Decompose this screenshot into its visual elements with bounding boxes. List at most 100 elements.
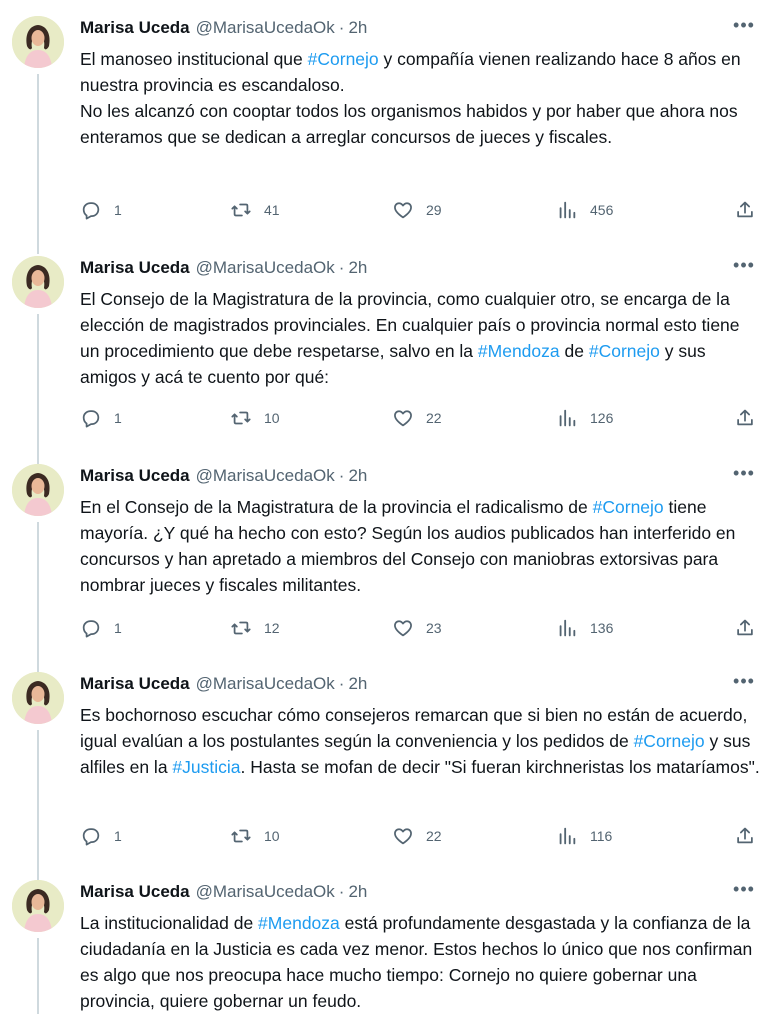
author-handle[interactable]: @MarisaUcedaOk (196, 882, 335, 902)
author-name[interactable]: Marisa Uceda (80, 882, 190, 902)
timestamp[interactable]: 2h (348, 18, 367, 38)
timestamp[interactable]: 2h (348, 258, 367, 278)
more-options-icon[interactable]: ••• (730, 16, 758, 40)
thread-line (37, 522, 39, 672)
hashtag-link[interactable]: #Cornejo (589, 341, 660, 361)
like-button[interactable]: 22 (392, 406, 442, 430)
more-options-icon[interactable]: ••• (730, 256, 758, 280)
reply-button[interactable]: 1 (80, 824, 122, 848)
like-button[interactable]: 29 (392, 198, 442, 222)
hashtag-link[interactable]: #Mendoza (478, 341, 560, 361)
tweet-text: En el Consejo de la Magistratura de la p… (80, 494, 760, 598)
author-name[interactable]: Marisa Uceda (80, 18, 190, 38)
avatar[interactable] (12, 256, 64, 308)
heart-icon (392, 825, 414, 847)
bar-chart-icon (556, 617, 578, 639)
views-button[interactable]: 116 (556, 824, 612, 848)
share-icon (734, 825, 756, 847)
retweet-icon (230, 825, 252, 847)
reply-button[interactable]: 1 (80, 616, 122, 640)
more-options-icon[interactable]: ••• (730, 464, 758, 488)
action-bar: 1 12 23 136 (80, 616, 760, 640)
timestamp[interactable]: 2h (348, 882, 367, 902)
tweet[interactable]: Marisa Uceda @MarisaUcedaOk · 2h ••• En … (0, 464, 768, 672)
like-button[interactable]: 22 (392, 824, 442, 848)
timestamp[interactable]: 2h (348, 674, 367, 694)
action-bar: 1 41 29 456 (80, 198, 760, 222)
views-count: 136 (590, 620, 614, 636)
tweet-text-run: El manoseo institucional que (80, 49, 308, 69)
avatar[interactable] (12, 16, 64, 68)
timestamp[interactable]: 2h (348, 466, 367, 486)
avatar[interactable] (12, 672, 64, 724)
views-count: 116 (590, 828, 613, 844)
more-options-icon[interactable]: ••• (730, 880, 758, 904)
tweet[interactable]: Marisa Uceda @MarisaUcedaOk · 2h ••• La … (0, 880, 768, 1014)
thread-line (37, 314, 39, 464)
retweet-button[interactable]: 10 (230, 406, 280, 430)
tweet-header: Marisa Uceda @MarisaUcedaOk · 2h (80, 880, 367, 904)
retweet-icon (230, 199, 252, 221)
retweet-button[interactable]: 12 (230, 616, 280, 640)
author-handle[interactable]: @MarisaUcedaOk (196, 466, 335, 486)
views-button[interactable]: 126 (556, 406, 613, 430)
tweet-header: Marisa Uceda @MarisaUcedaOk · 2h (80, 16, 367, 40)
like-button[interactable]: 23 (392, 616, 442, 640)
tweet[interactable]: Marisa Uceda @MarisaUcedaOk · 2h ••• El … (0, 16, 768, 254)
views-button[interactable]: 456 (556, 198, 613, 222)
tweet-text-run: de (559, 341, 589, 361)
bar-chart-icon (556, 199, 578, 221)
more-options-icon[interactable]: ••• (730, 672, 758, 696)
share-button[interactable] (734, 824, 756, 848)
tweet-text-run: No les alcanzó con cooptar todos los org… (80, 101, 738, 147)
hashtag-link[interactable]: #Cornejo (634, 731, 705, 751)
share-button[interactable] (734, 616, 756, 640)
hashtag-link[interactable]: #Cornejo (593, 497, 664, 517)
tweet-text-run: En el Consejo de la Magistratura de la p… (80, 497, 593, 517)
share-button[interactable] (734, 406, 756, 430)
share-icon (734, 617, 756, 639)
retweet-count: 41 (264, 202, 280, 218)
avatar[interactable] (12, 464, 64, 516)
author-name[interactable]: Marisa Uceda (80, 674, 190, 694)
reply-count: 1 (114, 620, 122, 636)
tweet-paragraph: El Consejo de la Magistratura de la prov… (80, 286, 760, 390)
author-name[interactable]: Marisa Uceda (80, 466, 190, 486)
author-name[interactable]: Marisa Uceda (80, 258, 190, 278)
tweet-text: El manoseo institucional que #Cornejo y … (80, 46, 760, 150)
views-count: 126 (590, 410, 614, 426)
retweet-button[interactable]: 10 (230, 824, 280, 848)
reply-button[interactable]: 1 (80, 198, 122, 222)
author-handle[interactable]: @MarisaUcedaOk (196, 258, 335, 278)
tweet[interactable]: Marisa Uceda @MarisaUcedaOk · 2h ••• Es … (0, 672, 768, 880)
retweet-button[interactable]: 41 (230, 198, 280, 222)
views-count: 456 (590, 202, 614, 218)
hashtag-link[interactable]: #Mendoza (258, 913, 340, 933)
share-icon (734, 199, 756, 221)
author-handle[interactable]: @MarisaUcedaOk (196, 674, 335, 694)
reply-count: 1 (114, 202, 122, 218)
reply-button[interactable]: 1 (80, 406, 122, 430)
separator: · (338, 882, 345, 901)
tweet-paragraph: No les alcanzó con cooptar todos los org… (80, 98, 760, 150)
author-handle[interactable]: @MarisaUcedaOk (196, 18, 335, 38)
tweet-paragraph: La institucionalidad de #Mendoza está pr… (80, 910, 760, 1014)
thread-line (37, 938, 39, 1014)
share-button[interactable] (734, 198, 756, 222)
bar-chart-icon (556, 407, 578, 429)
tweet[interactable]: Marisa Uceda @MarisaUcedaOk · 2h ••• El … (0, 256, 768, 464)
thread-line (37, 74, 39, 254)
tweet-paragraph: En el Consejo de la Magistratura de la p… (80, 494, 760, 598)
hashtag-link[interactable]: #Cornejo (308, 49, 379, 69)
tweet-text: El Consejo de la Magistratura de la prov… (80, 286, 760, 390)
avatar[interactable] (12, 880, 64, 932)
reply-icon (80, 407, 102, 429)
retweet-count: 12 (264, 620, 280, 636)
reply-icon (80, 825, 102, 847)
retweet-icon (230, 407, 252, 429)
tweet-header: Marisa Uceda @MarisaUcedaOk · 2h (80, 672, 367, 696)
tweet-text: La institucionalidad de #Mendoza está pr… (80, 910, 760, 1014)
reply-icon (80, 617, 102, 639)
views-button[interactable]: 136 (556, 616, 613, 640)
hashtag-link[interactable]: #Justicia (172, 757, 240, 777)
